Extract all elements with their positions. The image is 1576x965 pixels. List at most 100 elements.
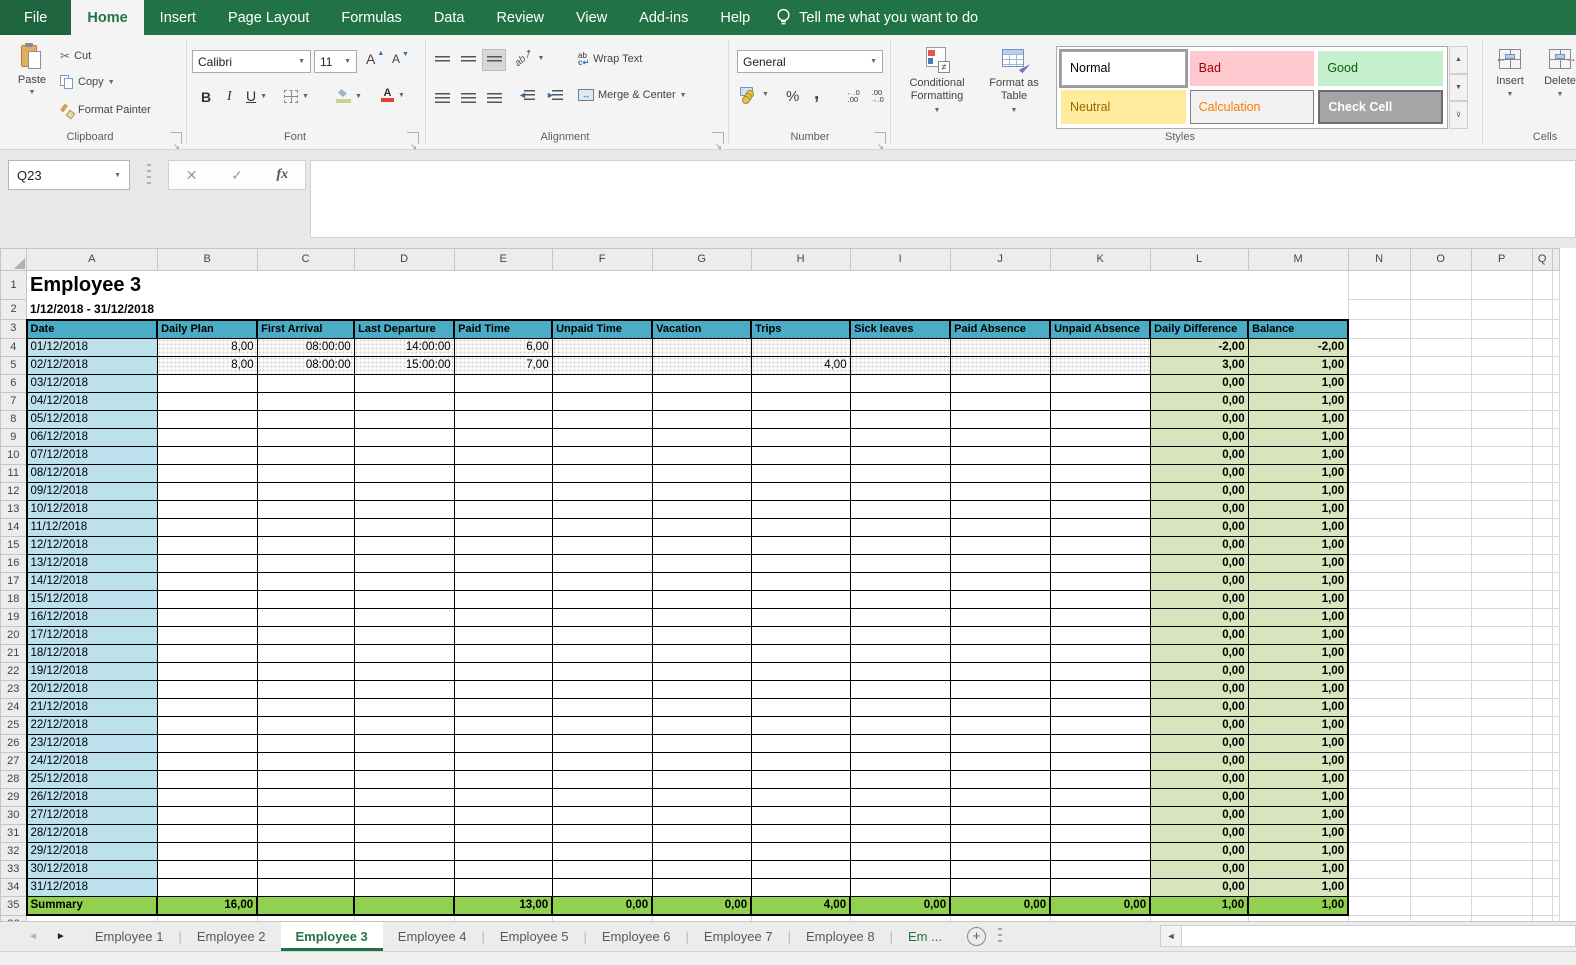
cell[interactable]: [1348, 734, 1410, 752]
cell[interactable]: [1050, 824, 1150, 842]
cell[interactable]: [257, 518, 354, 536]
cell[interactable]: [850, 878, 950, 896]
cell[interactable]: [454, 271, 552, 300]
sheet-tab-employee-4[interactable]: Employee 4: [383, 922, 482, 951]
cell[interactable]: [1471, 356, 1532, 374]
cell[interactable]: [1050, 536, 1150, 554]
cell[interactable]: [157, 716, 257, 734]
cell[interactable]: [950, 392, 1050, 410]
cell[interactable]: 0,00: [1150, 518, 1248, 536]
cell[interactable]: [157, 300, 257, 320]
cell[interactable]: 30/12/2018: [27, 860, 158, 878]
cell[interactable]: [354, 300, 454, 320]
cell[interactable]: [652, 626, 751, 644]
cell[interactable]: [652, 500, 751, 518]
cell[interactable]: [354, 446, 454, 464]
cell[interactable]: [1532, 300, 1552, 320]
ribbon-tab-file[interactable]: File: [0, 0, 71, 35]
cell[interactable]: [354, 860, 454, 878]
cell[interactable]: [257, 554, 354, 572]
cell[interactable]: [1410, 644, 1471, 662]
cell[interactable]: 1,00: [1248, 734, 1348, 752]
decrease-decimal-button[interactable]: .00→.0: [870, 90, 884, 103]
row-header-4[interactable]: 4: [1, 338, 27, 356]
cell[interactable]: 1/12/2018 - 31/12/2018: [27, 300, 158, 320]
cell[interactable]: [354, 842, 454, 860]
cell[interactable]: [257, 716, 354, 734]
cell[interactable]: [1050, 338, 1150, 356]
cell[interactable]: [1471, 410, 1532, 428]
cell[interactable]: [950, 752, 1050, 770]
cell[interactable]: [257, 590, 354, 608]
cell[interactable]: [652, 770, 751, 788]
column-header-K[interactable]: K: [1050, 249, 1150, 271]
cell[interactable]: [950, 842, 1050, 860]
cell[interactable]: [1552, 320, 1559, 339]
cell[interactable]: [157, 824, 257, 842]
cell[interactable]: [257, 626, 354, 644]
style-good[interactable]: Good: [1318, 51, 1443, 86]
cell[interactable]: [454, 590, 552, 608]
row-header-10[interactable]: 10: [1, 446, 27, 464]
cell[interactable]: [454, 392, 552, 410]
cell[interactable]: [751, 428, 850, 446]
cell[interactable]: [652, 428, 751, 446]
cell[interactable]: [354, 644, 454, 662]
cell[interactable]: [1410, 392, 1471, 410]
cell[interactable]: [1552, 536, 1559, 554]
cell[interactable]: 0,00: [1150, 392, 1248, 410]
cell[interactable]: [1410, 662, 1471, 680]
cell[interactable]: 27/12/2018: [27, 806, 158, 824]
column-header-N[interactable]: N: [1348, 249, 1410, 271]
scroll-tabs-right-icon[interactable]: ►: [56, 931, 66, 942]
cell[interactable]: 0,00: [1150, 536, 1248, 554]
cell[interactable]: [157, 662, 257, 680]
cell[interactable]: [1050, 428, 1150, 446]
cell[interactable]: 6,00: [454, 338, 552, 356]
cell[interactable]: 0,00: [1150, 572, 1248, 590]
cell[interactable]: [454, 410, 552, 428]
cell[interactable]: 0,00: [1150, 608, 1248, 626]
cell[interactable]: [850, 644, 950, 662]
wrap-text-button[interactable]: abc↵ Wrap Text: [578, 52, 642, 66]
cell[interactable]: [552, 392, 652, 410]
cell[interactable]: [751, 392, 850, 410]
cell[interactable]: 1,00: [1248, 860, 1348, 878]
cell[interactable]: [850, 446, 950, 464]
cell[interactable]: 0,00: [1150, 842, 1248, 860]
column-header-extra[interactable]: [1552, 249, 1559, 271]
cell[interactable]: [751, 536, 850, 554]
cell[interactable]: [850, 572, 950, 590]
column-header-P[interactable]: P: [1471, 249, 1532, 271]
row-header-33[interactable]: 33: [1, 860, 27, 878]
cell[interactable]: [454, 716, 552, 734]
cell[interactable]: [257, 662, 354, 680]
cell[interactable]: [1532, 860, 1552, 878]
cell[interactable]: 1,00: [1150, 896, 1248, 915]
cell[interactable]: [257, 446, 354, 464]
cell[interactable]: 1,00: [1248, 410, 1348, 428]
cell[interactable]: 22/12/2018: [27, 716, 158, 734]
cell[interactable]: [552, 662, 652, 680]
cell[interactable]: 1,00: [1248, 500, 1348, 518]
cell[interactable]: [652, 392, 751, 410]
cell[interactable]: [1348, 554, 1410, 572]
gallery-scrollbar[interactable]: ▲ ▼ ⊽: [1449, 46, 1468, 129]
top-align-button[interactable]: [430, 49, 454, 71]
cell[interactable]: [1532, 626, 1552, 644]
cell[interactable]: First Arrival: [257, 320, 354, 339]
cell[interactable]: [1552, 374, 1559, 392]
cell[interactable]: [1532, 896, 1552, 915]
cell[interactable]: [1050, 300, 1150, 320]
cell[interactable]: 1,00: [1248, 662, 1348, 680]
cell[interactable]: [157, 842, 257, 860]
cell[interactable]: [652, 482, 751, 500]
cell[interactable]: [552, 734, 652, 752]
cell[interactable]: [157, 392, 257, 410]
cell[interactable]: [652, 300, 751, 320]
cell[interactable]: [1552, 554, 1559, 572]
cell[interactable]: [454, 464, 552, 482]
cell[interactable]: [850, 392, 950, 410]
cell[interactable]: [1552, 860, 1559, 878]
cell[interactable]: [1471, 428, 1532, 446]
